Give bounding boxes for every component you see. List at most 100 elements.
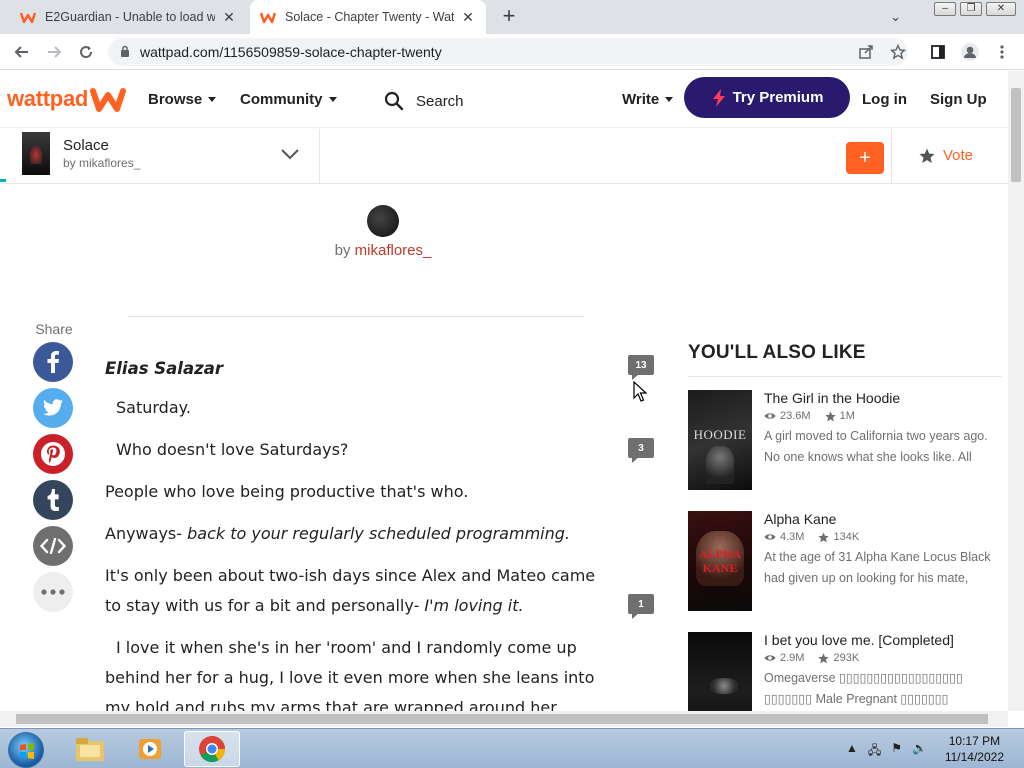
close-tab-icon[interactable]: ✕ — [221, 9, 237, 25]
story-paragraph: Saturday. — [116, 398, 191, 417]
inline-comment-button[interactable]: 13 — [628, 355, 654, 380]
wattpad-logo[interactable]: wattpad — [7, 85, 127, 113]
reload-icon[interactable] — [74, 40, 98, 64]
recommendation-item[interactable]: ALPHA KANE Alpha Kane 4.3M 134K At the a… — [688, 511, 1002, 613]
inline-comment-button[interactable]: 1 — [628, 594, 654, 619]
volume-icon[interactable]: 🔊 — [912, 741, 927, 762]
address-bar[interactable]: wattpad.com/1156509859-solace-chapter-tw… — [108, 38, 908, 66]
author-link[interactable]: mikaflores_ — [355, 242, 432, 259]
star-icon — [818, 652, 830, 663]
tray-expand-icon[interactable]: ▲ — [846, 741, 858, 762]
taskbar-clock[interactable]: 10:17 PM 11/14/2022 — [945, 733, 1004, 765]
embed-share-button[interactable] — [33, 526, 73, 566]
avatar[interactable] — [367, 205, 399, 237]
book-cover[interactable]: HOODIE — [688, 390, 752, 490]
url-text: wattpad.com/1156509859-solace-chapter-tw… — [140, 44, 442, 60]
vote-count: 1M — [839, 410, 855, 422]
network-icon[interactable]: 🖧 — [868, 741, 881, 762]
recommendation-description: Omegaverse ▯▯▯▯▯▯▯▯▯▯▯▯▯▯▯▯▯▯ ▯▯▯▯▯▯▯ Ma… — [764, 671, 963, 706]
story-cover-thumbnail[interactable] — [22, 132, 50, 175]
story-paragraph: People who love being productive that's … — [105, 482, 469, 501]
start-button[interactable] — [8, 732, 44, 768]
recommendation-title[interactable]: I bet you love me. [Completed] — [764, 632, 954, 648]
pinterest-share-button[interactable] — [33, 434, 73, 474]
book-cover[interactable]: ALPHA KANE — [688, 511, 752, 611]
recommendation-description: A girl moved to California two years ago… — [764, 429, 988, 464]
recommendation-stats: 4.3M 134K — [764, 531, 859, 543]
chevron-down-icon[interactable] — [280, 147, 300, 165]
vertical-scrollbar-thumb[interactable] — [1011, 88, 1021, 182]
community-menu[interactable]: Community — [240, 91, 337, 108]
browser-tab-solace[interactable]: Solace - Chapter Twenty - Wattp ✕ — [250, 0, 486, 34]
browser-tab-e2guardian[interactable]: E2Guardian - Unable to load web ✕ — [10, 0, 248, 34]
chrome-menu-icon[interactable] — [990, 40, 1014, 64]
write-label: Write — [622, 91, 660, 108]
recommendation-description: At the age of 31 Alpha Kane Locus Black … — [764, 550, 991, 585]
write-menu[interactable]: Write — [622, 91, 674, 108]
divider — [319, 129, 320, 183]
share-page-icon[interactable] — [854, 40, 878, 64]
add-to-library-button[interactable]: + — [846, 142, 884, 174]
search-icon — [384, 91, 404, 111]
more-dots-icon — [41, 589, 65, 595]
chevron-down-icon — [208, 97, 217, 102]
profile-avatar-icon[interactable] — [958, 40, 982, 64]
story-paragraph: It's only been about two-ish days since … — [105, 561, 615, 621]
premium-label: Try Premium — [732, 89, 824, 106]
side-panel-icon[interactable] — [926, 40, 950, 64]
comment-count: 1 — [638, 598, 644, 610]
add-label: + — [859, 146, 871, 169]
recommendation-title[interactable]: The Girl in the Hoodie — [764, 390, 900, 406]
close-tab-icon[interactable]: ✕ — [460, 9, 476, 25]
facebook-icon — [47, 351, 59, 373]
browser-tab-bar: E2Guardian - Unable to load web ✕ Solace… — [0, 0, 1024, 34]
facebook-share-button[interactable] — [33, 342, 73, 382]
tab-search-chevron-icon[interactable]: ⌄ — [890, 9, 901, 25]
search-field[interactable]: Search — [384, 91, 464, 111]
try-premium-button[interactable]: Try Premium — [684, 77, 850, 118]
media-player-icon — [139, 739, 161, 759]
lightning-bolt-icon — [712, 88, 725, 107]
minimize-button[interactable]: – — [934, 2, 956, 16]
read-count: 23.6M — [780, 410, 811, 422]
chevron-down-icon — [328, 97, 337, 102]
vote-button[interactable]: Vote — [919, 147, 973, 164]
vote-count: 293K — [833, 652, 860, 664]
recommendation-stats: 2.9M 293K — [764, 652, 859, 664]
recommendation-title[interactable]: Alpha Kane — [764, 511, 836, 527]
inline-comment-button[interactable]: 3 — [628, 438, 654, 463]
login-link[interactable]: Log in — [862, 91, 907, 108]
file-explorer-taskbar-button[interactable] — [62, 731, 118, 767]
browse-menu[interactable]: Browse — [148, 91, 217, 108]
bookmark-star-icon[interactable] — [886, 40, 910, 64]
cover-text: HOODIE — [693, 427, 747, 442]
story-paragraph: Who doesn't love Saturdays? — [116, 440, 349, 459]
tumblr-share-button[interactable] — [33, 480, 73, 520]
chrome-taskbar-button[interactable] — [184, 731, 240, 767]
wattpad-favicon-icon — [20, 9, 36, 25]
wattpad-header: wattpad Browse Community Search Write Tr… — [0, 71, 1008, 128]
more-share-button[interactable] — [33, 572, 73, 612]
media-player-taskbar-button[interactable] — [122, 731, 178, 767]
chevron-down-icon — [665, 97, 674, 102]
recommendation-item[interactable]: I bet you love me. [Completed] 2.9M 293K… — [688, 632, 1002, 712]
back-arrow-icon[interactable] — [10, 40, 34, 64]
new-tab-button[interactable]: + — [498, 5, 520, 28]
signup-link[interactable]: Sign Up — [930, 91, 987, 108]
comment-count: 13 — [635, 359, 647, 371]
forward-arrow-icon[interactable] — [42, 40, 66, 64]
horizontal-scrollbar-thumb[interactable] — [16, 714, 988, 724]
book-cover[interactable] — [688, 632, 752, 712]
community-label: Community — [240, 91, 323, 108]
tab-title: Solace - Chapter Twenty - Wattp — [285, 10, 455, 24]
recommendation-item[interactable]: HOODIE The Girl in the Hoodie 23.6M 1M A… — [688, 390, 1002, 492]
twitter-share-button[interactable] — [33, 388, 73, 428]
restore-button[interactable]: ❐ — [960, 2, 982, 16]
twitter-icon — [43, 399, 63, 416]
read-count: 2.9M — [780, 652, 805, 664]
vote-label: Vote — [943, 147, 974, 164]
close-window-button[interactable]: ✕ — [986, 2, 1016, 16]
story-author[interactable]: by mikaflores_ — [63, 156, 140, 170]
flag-icon[interactable]: ⚑ — [891, 741, 902, 762]
story-title[interactable]: Solace — [63, 137, 109, 154]
